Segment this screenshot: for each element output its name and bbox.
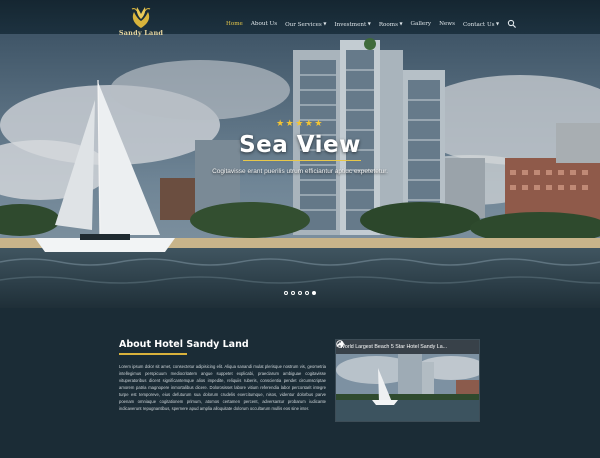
nav-home[interactable]: Home bbox=[222, 21, 247, 27]
nav-news[interactable]: News bbox=[435, 21, 459, 27]
logo-text: Sandy Land bbox=[118, 29, 164, 37]
about-section: About Hotel Sandy Land Lorem ipsum dolor… bbox=[0, 308, 600, 458]
nav-home-label: Home bbox=[226, 21, 243, 27]
site-logo[interactable]: Sandy Land bbox=[118, 4, 164, 42]
logo-emblem-icon bbox=[131, 7, 151, 28]
site-header: Home About Us Our Services ▼ Investment ▼ … bbox=[0, 0, 600, 34]
nav-contact-label: Contact Us bbox=[462, 21, 495, 28]
video-title[interactable]: World Largest Beach 5 Star Hotel Sandy L… bbox=[340, 344, 450, 350]
nav-investment[interactable]: Investment ▼ bbox=[330, 21, 374, 28]
hero-divider bbox=[243, 160, 361, 161]
main-nav: Home About Us Our Services ▼ Investment ▼ … bbox=[222, 19, 517, 29]
video-embed[interactable]: World Largest Beach 5 Star Hotel Sandy L… bbox=[335, 339, 480, 422]
about-title: About Hotel Sandy Land bbox=[119, 339, 249, 350]
page: ★★★★★ Sea View Cogitavisse erant puerili… bbox=[0, 0, 600, 458]
hero-title: Sea View bbox=[239, 132, 361, 158]
rating-stars: ★★★★★ bbox=[276, 118, 324, 128]
slider-dot-1[interactable] bbox=[284, 291, 288, 295]
slider-dot-5[interactable] bbox=[312, 291, 316, 295]
chevron-down-icon: ▼ bbox=[367, 20, 371, 26]
nav-news-label: News bbox=[439, 21, 455, 27]
share-icon[interactable] bbox=[336, 340, 345, 348]
chevron-down-icon: ▼ bbox=[399, 20, 403, 26]
search-icon[interactable] bbox=[507, 19, 517, 29]
nav-gallery[interactable]: Gallery bbox=[407, 21, 436, 27]
about-body: Lorem ipsum dolor sit amet, consectetur … bbox=[119, 364, 326, 411]
nav-services-label: Our Services bbox=[285, 21, 322, 28]
nav-rooms[interactable]: Rooms ▼ bbox=[375, 21, 407, 28]
nav-about[interactable]: About Us bbox=[247, 21, 281, 27]
about-divider bbox=[119, 353, 187, 355]
slider-dot-4[interactable] bbox=[305, 291, 309, 295]
nav-gallery-label: Gallery bbox=[410, 21, 432, 27]
nav-services[interactable]: Our Services ▼ bbox=[281, 21, 330, 28]
hero-subtitle: Cogitavisse erant puerilis utrum efficia… bbox=[212, 168, 388, 175]
slider-dot-3[interactable] bbox=[298, 291, 302, 295]
nav-about-label: About Us bbox=[250, 21, 278, 27]
nav-rooms-label: Rooms bbox=[378, 21, 398, 28]
slider-pagination bbox=[0, 291, 600, 295]
hero-slider: ★★★★★ Sea View Cogitavisse erant puerili… bbox=[0, 30, 600, 308]
chevron-down-icon: ▼ bbox=[323, 20, 327, 26]
nav-contact[interactable]: Contact Us ▼ bbox=[459, 21, 503, 28]
chevron-down-icon: ▼ bbox=[496, 20, 500, 26]
nav-investment-label: Investment bbox=[334, 21, 367, 28]
slider-dot-2[interactable] bbox=[291, 291, 295, 295]
